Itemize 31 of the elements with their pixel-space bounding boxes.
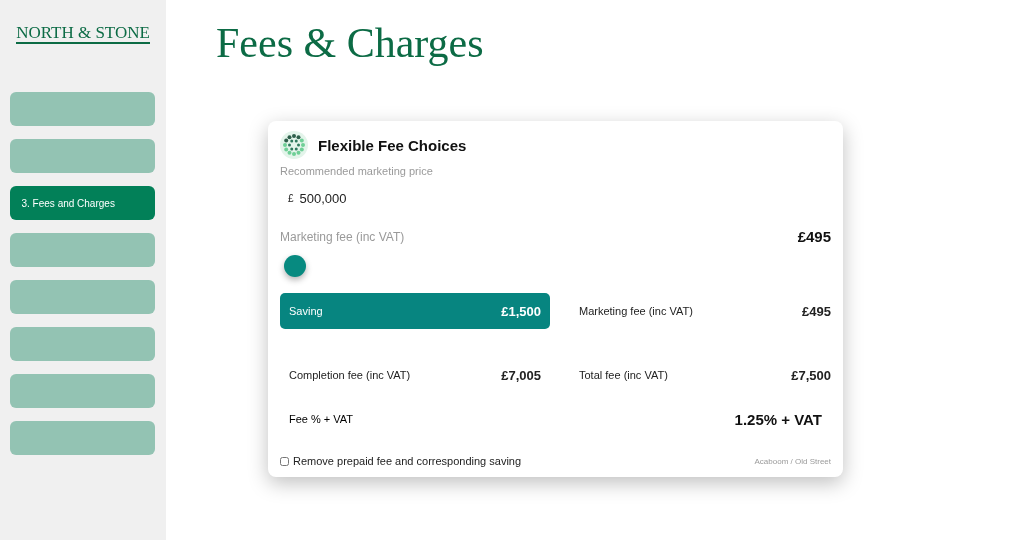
nav-item[interactable] — [9, 421, 155, 455]
currency-symbol: £ — [288, 193, 294, 204]
card-title: Flexible Fee Choices — [318, 136, 467, 154]
summary-value: £7,500 — [791, 367, 831, 383]
summary-label: Completion fee (inc VAT) — [289, 369, 411, 381]
slider-thumb[interactable] — [284, 255, 306, 277]
summary-value: £7,005 — [501, 367, 541, 383]
nav-item[interactable] — [9, 280, 155, 314]
summary-label: Marketing fee (inc VAT) — [579, 305, 693, 317]
summary-value: £495 — [802, 303, 831, 319]
remove-prepaid-checkbox[interactable] — [280, 456, 289, 466]
fee-label: Marketing fee (inc VAT) — [280, 229, 405, 244]
summary-label: Total fee (inc VAT) — [579, 369, 668, 381]
nav-item[interactable] — [9, 374, 155, 408]
brand-logo: NORTH & STONE — [16, 24, 150, 44]
nav-item[interactable] — [9, 233, 155, 267]
summary-value: £1,500 — [501, 303, 541, 319]
nav-item[interactable]: 3. Fees and Charges — [9, 186, 155, 220]
nav-item[interactable] — [9, 92, 155, 126]
nav-item[interactable] — [9, 139, 155, 173]
credit-text: Acaboom / Old Street — [754, 456, 831, 466]
nav-item[interactable] — [9, 327, 155, 361]
fee-percent-label: Fee % + VAT — [289, 413, 354, 425]
price-value[interactable]: 500,000 — [299, 191, 347, 206]
page-title: Fees & Charges — [216, 19, 485, 68]
fee-percent-value: 1.25% + VAT — [734, 410, 822, 428]
fee-value: £495 — [797, 228, 831, 245]
logo-icon — [280, 131, 308, 159]
checkbox-label: Remove prepaid fee and corresponding saving — [293, 455, 522, 467]
summary-label: Saving — [289, 305, 323, 317]
price-label: Recommended marketing price — [280, 165, 434, 177]
